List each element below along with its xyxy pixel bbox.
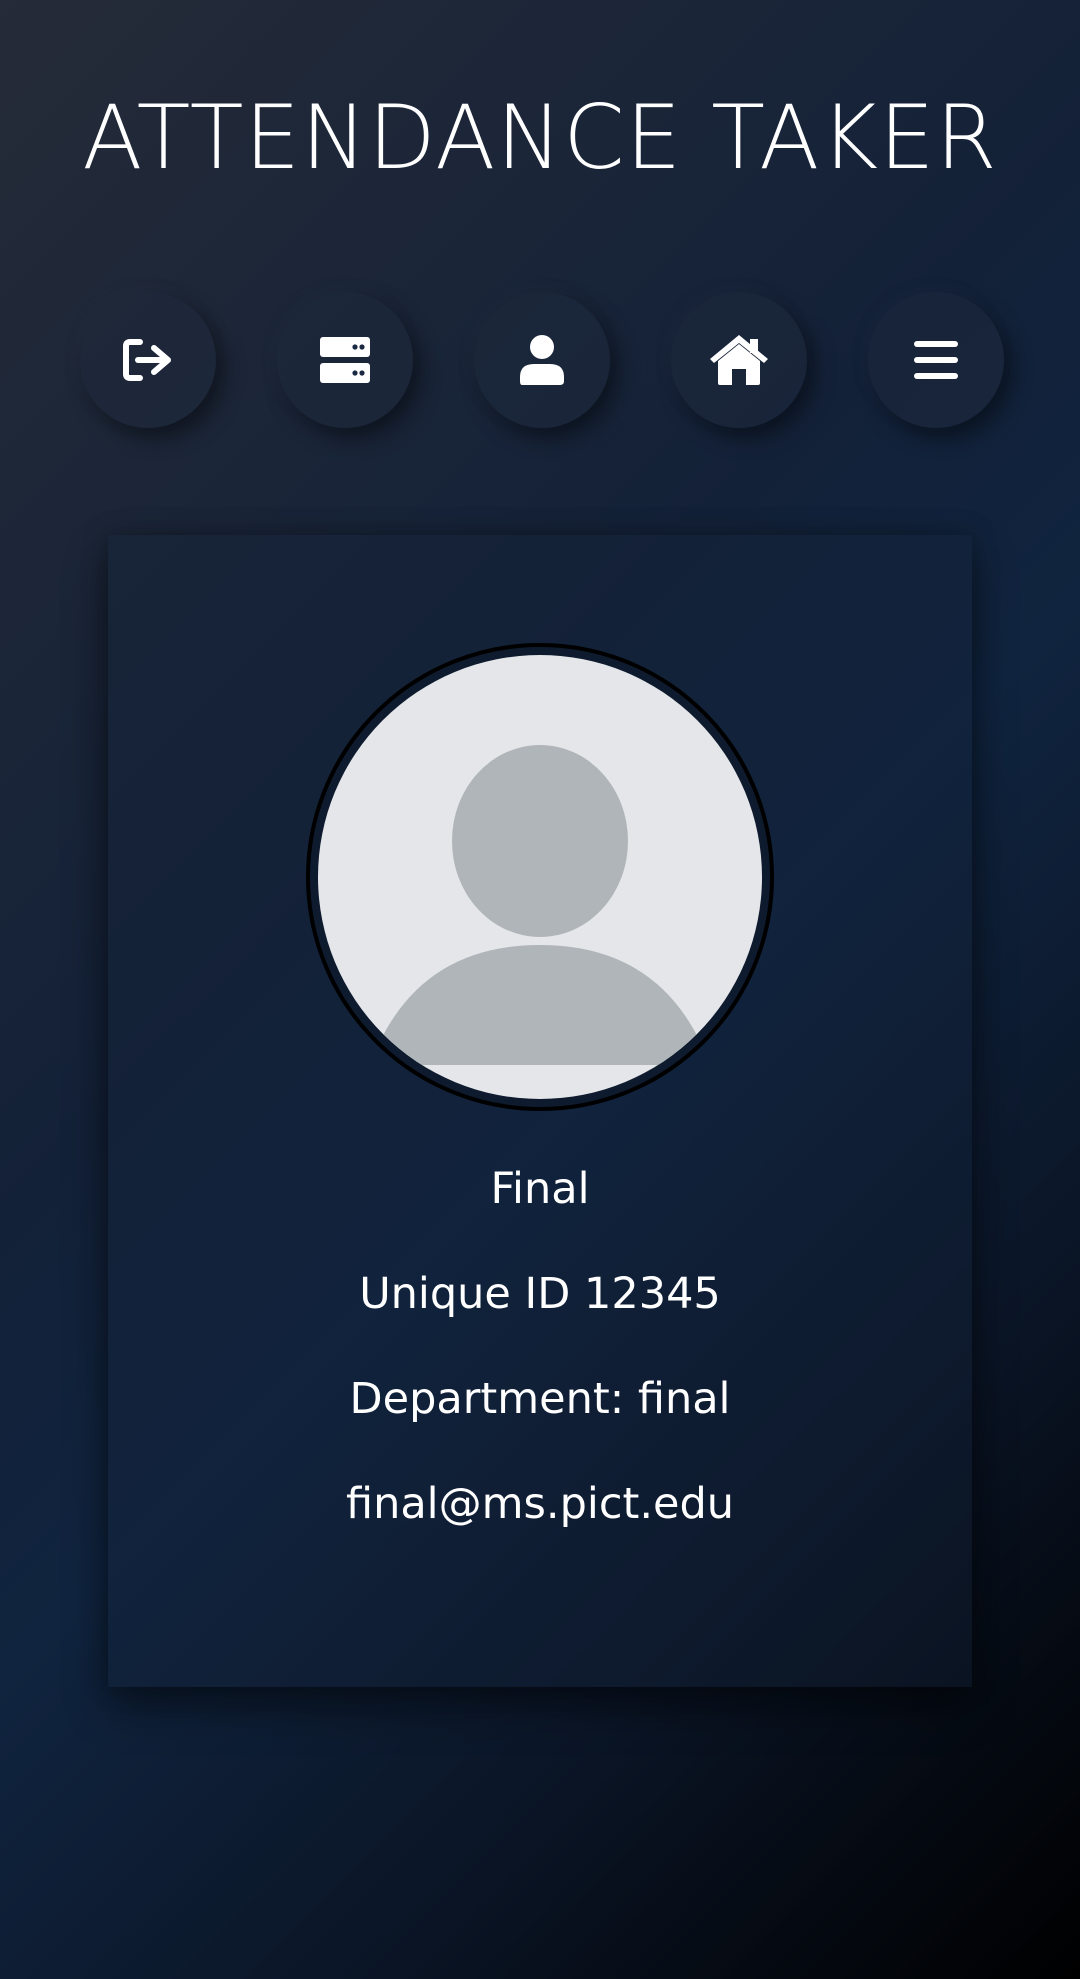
avatar-frame — [306, 643, 774, 1111]
server-icon — [320, 337, 370, 383]
home-button[interactable] — [671, 292, 807, 428]
page-title: ATTENDANCE TAKER — [82, 86, 998, 189]
profile-button[interactable] — [474, 292, 610, 428]
profile-unique-id: Unique ID 12345 — [359, 1269, 721, 1319]
profile-email: final@ms.pict.edu — [345, 1479, 734, 1529]
user-icon — [520, 335, 564, 385]
profile-name: Final — [490, 1164, 590, 1214]
records-button[interactable] — [277, 292, 413, 428]
profile-department: Department: final — [349, 1374, 731, 1424]
profile-card: Final Unique ID 12345 Department: final … — [108, 535, 972, 1687]
sign-out-icon — [123, 339, 171, 381]
nav-bar — [80, 292, 1004, 428]
default-avatar-icon — [370, 745, 710, 1065]
home-icon — [710, 335, 768, 385]
menu-button[interactable] — [868, 292, 1004, 428]
menu-icon — [914, 341, 958, 379]
avatar — [318, 655, 762, 1099]
logout-button[interactable] — [80, 292, 216, 428]
